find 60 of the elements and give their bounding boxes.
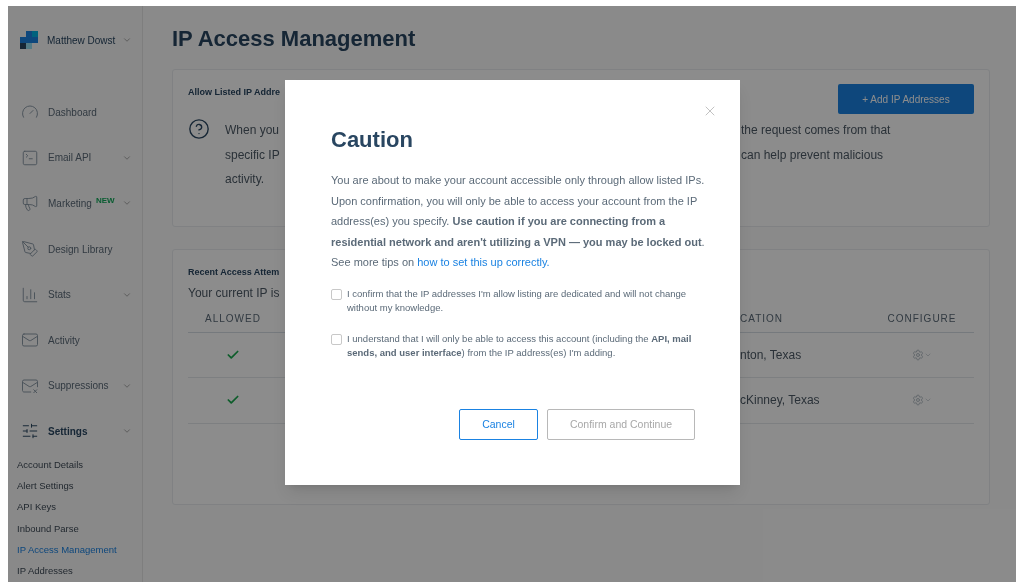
envelope-icon xyxy=(21,331,39,350)
gear-icon xyxy=(912,394,924,407)
terminal-icon xyxy=(21,148,39,167)
location-cell-text: nton, Texas xyxy=(740,346,803,364)
help-icon xyxy=(188,118,210,140)
nav-item[interactable]: Stats xyxy=(8,271,142,318)
submenu-item[interactable]: Alert Settings xyxy=(8,475,142,497)
bar-chart-icon xyxy=(21,285,39,304)
gear-icon xyxy=(912,348,924,361)
card-title: Allow Listed IP Addre xyxy=(188,86,280,99)
description-text: specific IP xyxy=(225,146,280,164)
nav-label: Suppressions xyxy=(48,379,109,394)
submenu-item[interactable]: IP Access Management xyxy=(8,539,142,561)
help-link[interactable]: how to set this up correctly. xyxy=(417,256,550,268)
dialog-message: You are about to make your account accessible only through allow listed IPs. Upon confirmation, you will only be able to access your account from the IP address(es) you specify. Use caution if you are connecting from a residential network and aren't utilizing a VPN — you may be locked out. See more tips on how to set this up correctly. xyxy=(331,173,706,270)
checkbox-label: I understand that I will only be able to access this account (including the API, mail sends, and user interface) from the IP address(es) I'm adding. xyxy=(347,331,693,360)
configure-menu[interactable] xyxy=(912,394,932,407)
account-menu[interactable]: Matthew Dowst xyxy=(47,32,116,48)
nav-label: Settings xyxy=(48,424,88,439)
nav-item[interactable]: Activity xyxy=(8,317,142,364)
column-header: CONFIGURE xyxy=(886,311,958,326)
nav-label: Stats xyxy=(48,288,71,303)
page-title: IP Access Management xyxy=(172,25,417,53)
configure-menu[interactable] xyxy=(912,348,932,361)
nav-item[interactable]: Suppressions xyxy=(8,363,142,409)
nav-label: Activity xyxy=(48,333,80,348)
description-text: can help prevent malicious xyxy=(741,146,885,164)
logo-icon xyxy=(20,31,38,50)
new-label: NEW xyxy=(95,195,115,208)
nav-label: Dashboard xyxy=(48,105,97,120)
nav-item[interactable]: Settings xyxy=(8,408,142,455)
column-header: ALLOWED xyxy=(204,311,262,326)
nav-label: Marketing xyxy=(48,196,92,211)
cancel-button[interactable]: Cancel xyxy=(459,409,538,440)
checkbox-label: I confirm that the IP addresses I'm allow listing are dedicated and will not change without my knowledge. xyxy=(347,286,688,315)
current-ip-text: Your current IP is xyxy=(188,284,280,302)
nav-item[interactable]: Marketing NEW xyxy=(8,180,142,227)
location-cell-text: cKinney, Texas xyxy=(740,392,821,410)
submenu-item[interactable]: Inbound Parse xyxy=(8,518,142,540)
nav-label: Design Library xyxy=(48,242,113,257)
sliders-icon xyxy=(21,422,39,441)
nav-label: Email API xyxy=(48,151,92,166)
description-text: When you xyxy=(225,122,280,139)
submenu-item[interactable]: Account Details xyxy=(8,454,142,476)
dialog-title: Caution xyxy=(331,126,414,154)
checkbox[interactable] xyxy=(331,288,342,300)
pen-ruler-icon xyxy=(21,240,39,259)
description-text: the request comes from that xyxy=(741,122,892,139)
nav-item[interactable]: Design Library xyxy=(8,226,142,272)
submenu-item[interactable]: IP Addresses xyxy=(8,560,142,582)
column-header: CATION xyxy=(740,311,785,326)
nav-item[interactable]: Email API xyxy=(8,135,142,181)
submenu-item[interactable]: API Keys xyxy=(8,496,142,519)
nav-item[interactable]: Dashboard xyxy=(8,89,142,136)
description-text: activity. xyxy=(225,171,266,188)
checkbox[interactable] xyxy=(331,333,342,345)
card-title: Recent Access Attem xyxy=(188,266,281,279)
megaphone-icon xyxy=(21,194,39,213)
add-ip-button[interactable]: + Add IP Addresses xyxy=(838,84,974,114)
envelope-blocked-icon xyxy=(21,376,39,395)
